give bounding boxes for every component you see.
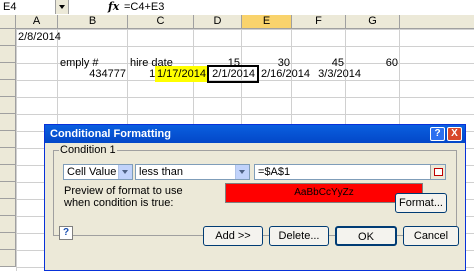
column-header-d[interactable]: D xyxy=(194,15,242,29)
help-button[interactable]: ? xyxy=(430,127,445,141)
operator-select[interactable]: less than xyxy=(135,164,250,180)
insert-function-icon[interactable]: fx xyxy=(108,0,119,14)
cell-g4[interactable]: 3/3/2014 xyxy=(311,66,363,82)
condition-type-select[interactable]: Cell Value Is xyxy=(63,164,133,180)
row-header[interactable] xyxy=(0,114,16,131)
cancel-button[interactable]: Cancel xyxy=(403,226,459,246)
operator-value: less than xyxy=(139,166,184,178)
ok-button[interactable]: OK xyxy=(335,226,397,246)
column-header-g[interactable]: G xyxy=(346,15,400,29)
cell-a1[interactable]: 2/8/2014 xyxy=(16,29,76,45)
help-icon[interactable]: ? xyxy=(59,226,73,240)
row-header[interactable] xyxy=(0,63,16,80)
row-header[interactable] xyxy=(0,46,16,63)
column-header-e[interactable]: E xyxy=(242,15,292,29)
row-header[interactable] xyxy=(0,80,16,97)
name-box[interactable]: E4 xyxy=(0,0,56,14)
row-header[interactable] xyxy=(0,216,16,233)
format-button[interactable]: Format... xyxy=(395,193,447,213)
row-header[interactable] xyxy=(0,182,16,199)
select-all-corner[interactable] xyxy=(0,15,16,29)
formula-bar: E4 fx =C4+E3 xyxy=(0,0,474,16)
column-header-a[interactable]: A xyxy=(16,15,58,29)
preview-label: Preview of format to use when condition … xyxy=(64,185,183,209)
column-header-blank xyxy=(400,15,474,29)
row-header[interactable] xyxy=(0,148,16,165)
dialog-titlebar[interactable]: Conditional Formatting ? X xyxy=(45,125,465,143)
conditional-formatting-dialog: Conditional Formatting ? X Condition 1 C… xyxy=(44,124,466,271)
row-header[interactable] xyxy=(0,233,16,250)
formula-input[interactable]: =C4+E3 xyxy=(124,0,164,14)
column-header-f[interactable]: F xyxy=(292,15,346,29)
row-header[interactable] xyxy=(0,131,16,148)
dialog-title: Conditional Formatting xyxy=(50,128,171,140)
column-header-c[interactable]: C xyxy=(128,15,194,29)
cell-e4-active[interactable]: 2/1/2014 xyxy=(207,65,259,83)
format-preview: AaBbCcYyZz xyxy=(225,183,423,203)
close-button[interactable]: X xyxy=(447,127,462,141)
column-header-b[interactable]: B xyxy=(58,15,128,29)
row-header[interactable] xyxy=(0,97,16,114)
chevron-down-icon[interactable] xyxy=(235,165,249,179)
row-header[interactable] xyxy=(0,165,16,182)
row-header[interactable] xyxy=(0,250,16,267)
name-box-dropdown-icon[interactable] xyxy=(56,0,69,14)
row-header[interactable] xyxy=(0,199,16,216)
condition-value-text: =$A$1 xyxy=(258,166,291,178)
cell-d4[interactable]: 1/17/2014 xyxy=(155,66,207,82)
delete-button[interactable]: Delete... xyxy=(269,226,329,246)
add-button[interactable]: Add >> xyxy=(203,226,263,246)
condition-value-input[interactable]: =$A$1 xyxy=(254,164,446,180)
row-header[interactable] xyxy=(0,29,16,46)
cell-f4[interactable]: 2/16/2014 xyxy=(259,66,311,82)
collapse-dialog-icon[interactable] xyxy=(430,165,445,179)
cell-b4[interactable]: 434777 xyxy=(58,66,128,82)
condition-label: Condition 1 xyxy=(59,144,117,156)
chevron-down-icon[interactable] xyxy=(118,165,132,179)
